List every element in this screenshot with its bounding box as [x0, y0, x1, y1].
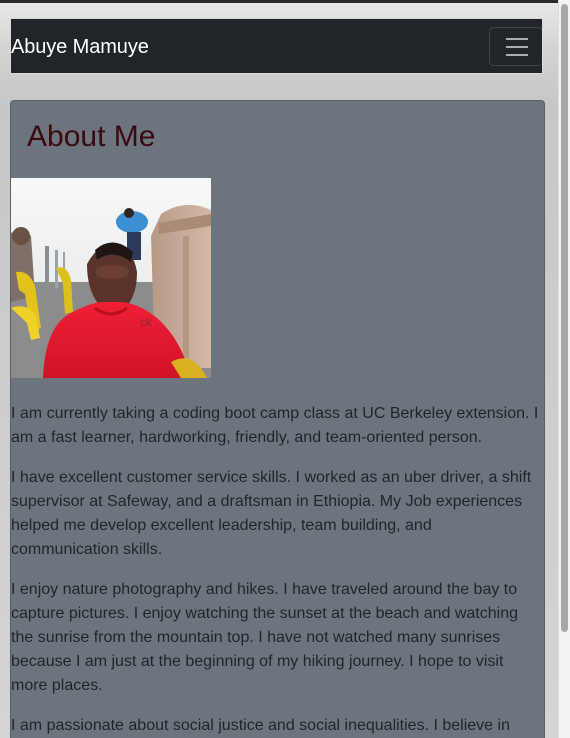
navbar-brand[interactable]: Abuye Mamuye	[11, 35, 149, 59]
scrollbar-thumb[interactable]	[561, 4, 568, 632]
hamburger-menu-icon	[506, 37, 528, 56]
profile-photo: ck	[11, 178, 211, 378]
navbar: Abuye Mamuye	[10, 18, 543, 74]
about-title: About Me	[27, 120, 156, 153]
browser-top-edge	[0, 0, 570, 3]
shirt-logo-text: ck	[140, 315, 153, 329]
navbar-toggler-button[interactable]	[489, 27, 543, 66]
about-paragraph: I am currently taking a coding boot camp…	[11, 405, 539, 446]
about-text: I am currently taking a coding boot camp…	[11, 402, 543, 738]
about-paragraph: I enjoy nature photography and hikes. I …	[11, 581, 518, 694]
about-paragraph: I have excellent customer service skills…	[11, 469, 532, 558]
about-paragraph: I am passionate about social justice and…	[11, 717, 510, 734]
about-card: About Me ck I am currently taking a codi…	[10, 100, 545, 738]
vertical-scrollbar[interactable]	[558, 0, 570, 738]
